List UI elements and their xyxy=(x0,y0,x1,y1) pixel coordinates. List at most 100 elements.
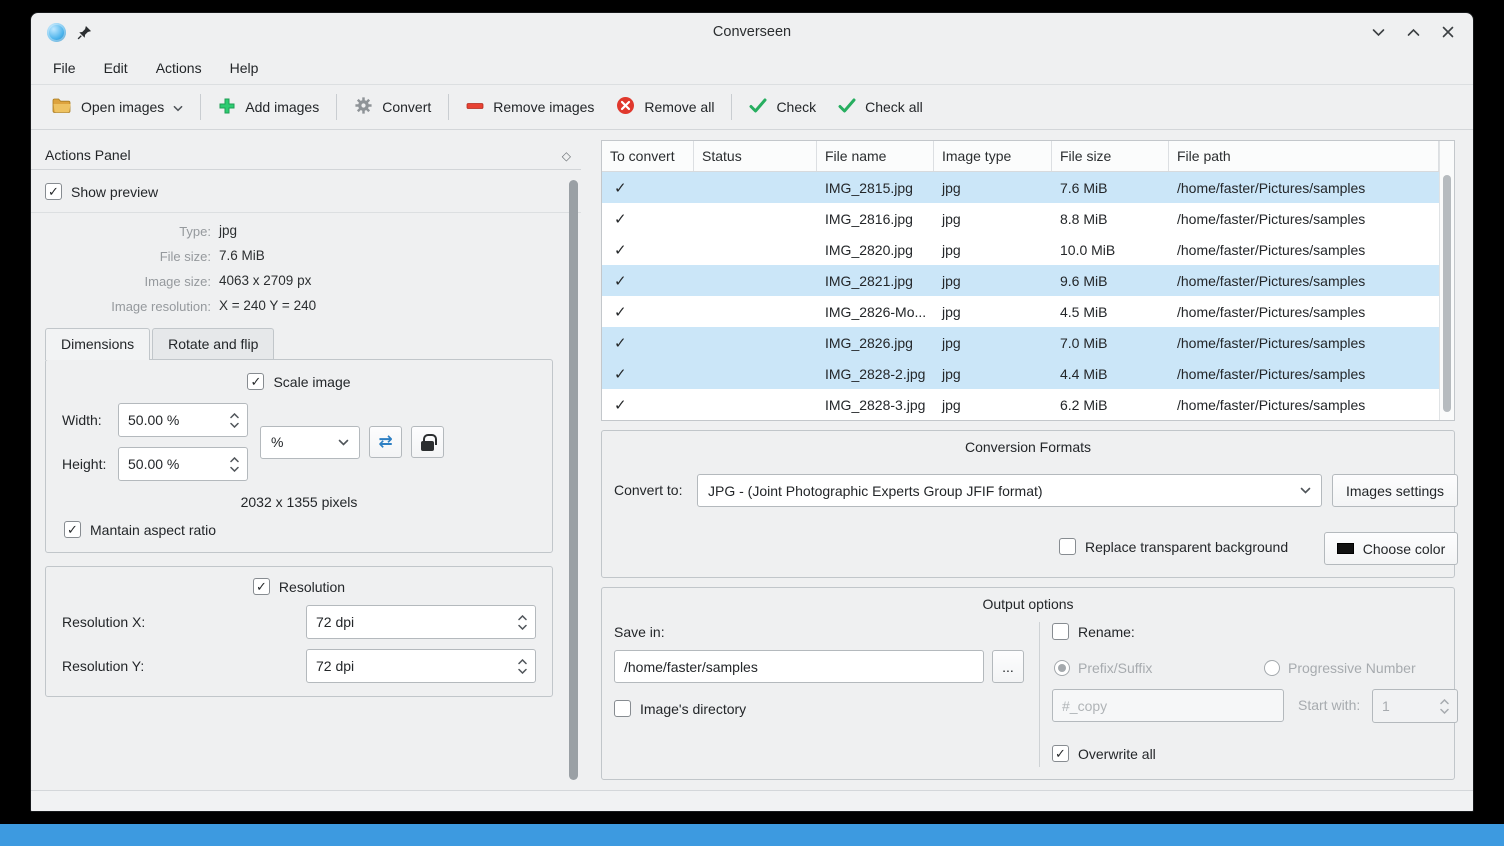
prefix-suffix-label: Prefix/Suffix xyxy=(1078,660,1152,676)
prefix-suffix-radio[interactable]: Prefix/Suffix xyxy=(1054,660,1152,676)
overwrite-all-checkbox[interactable]: Overwrite all xyxy=(1052,745,1156,762)
minimize-button[interactable] xyxy=(1369,23,1387,41)
format-combobox[interactable]: JPG - (Joint Photographic Experts Group … xyxy=(697,474,1322,507)
checkbox-icon[interactable] xyxy=(64,521,81,538)
scrollbar-thumb[interactable] xyxy=(1443,175,1451,412)
spin-arrows[interactable] xyxy=(513,659,535,674)
resolution-checkbox[interactable]: Resolution xyxy=(46,578,552,595)
swap-dimensions-button[interactable] xyxy=(369,426,402,458)
table-row[interactable]: IMG_2821.jpg jpg 9.6 MiB /home/faster/Pi… xyxy=(602,265,1454,296)
checkbox-icon[interactable] xyxy=(1052,623,1069,640)
cell-file-size: 7.0 MiB xyxy=(1052,335,1169,351)
header-image-type[interactable]: Image type xyxy=(934,141,1052,171)
checkbox-icon[interactable] xyxy=(253,578,270,595)
checkbox-icon[interactable] xyxy=(1059,538,1076,555)
table-row[interactable]: IMG_2828-2.jpg jpg 4.4 MiB /home/faster/… xyxy=(602,358,1454,389)
save-path-input[interactable] xyxy=(614,650,984,683)
row-check-icon[interactable] xyxy=(614,242,627,258)
header-file-size[interactable]: File size xyxy=(1052,141,1169,171)
close-button[interactable] xyxy=(1439,23,1457,41)
image-resolution-value: X = 240 Y = 240 xyxy=(219,298,553,314)
remove-all-button[interactable]: Remove all xyxy=(605,89,725,125)
panel-scrollbar[interactable] xyxy=(569,180,578,780)
app-icon xyxy=(47,23,66,42)
spin-arrows[interactable] xyxy=(1435,699,1457,714)
convert-button[interactable]: Convert xyxy=(343,89,442,125)
header-to-convert[interactable]: To convert xyxy=(602,141,694,171)
images-directory-checkbox[interactable]: Image's directory xyxy=(614,700,746,717)
file-table: To convert Status File name Image type F… xyxy=(601,140,1455,421)
radio-icon[interactable] xyxy=(1264,660,1280,676)
choose-color-button[interactable]: Choose color xyxy=(1324,532,1458,565)
browse-button[interactable]: ... xyxy=(992,650,1024,683)
cell-image-type: jpg xyxy=(934,335,1052,351)
checkbox-icon[interactable] xyxy=(1052,745,1069,762)
unit-combobox[interactable]: % xyxy=(260,426,360,459)
row-check-icon[interactable] xyxy=(614,397,627,413)
remove-images-button[interactable]: Remove images xyxy=(455,89,605,125)
toolbar-separator xyxy=(200,94,201,120)
check-icon xyxy=(749,98,767,116)
divider xyxy=(1039,622,1040,767)
lock-aspect-button[interactable] xyxy=(411,426,444,458)
actions-panel: Actions Panel Show preview Type: jpg Fil… xyxy=(31,140,581,790)
height-spinbox[interactable]: 50.00 % xyxy=(118,447,248,481)
menu-file[interactable]: File xyxy=(39,55,90,81)
start-with-spinbox[interactable]: 1 xyxy=(1372,689,1458,723)
images-settings-button[interactable]: Images settings xyxy=(1332,474,1458,507)
table-row[interactable]: IMG_2816.jpg jpg 8.8 MiB /home/faster/Pi… xyxy=(602,203,1454,234)
spin-arrows[interactable] xyxy=(225,457,247,472)
minus-icon xyxy=(466,97,484,118)
row-check-icon[interactable] xyxy=(614,304,627,320)
resolution-y-spinbox[interactable]: 72 dpi xyxy=(306,649,536,683)
replace-background-checkbox[interactable]: Replace transparent background xyxy=(1059,538,1288,555)
width-value: 50.00 % xyxy=(128,412,225,428)
check-all-button[interactable]: Check all xyxy=(827,89,934,125)
maximize-button[interactable] xyxy=(1404,23,1422,41)
progressive-number-radio[interactable]: Progressive Number xyxy=(1264,660,1416,676)
width-spinbox[interactable]: 50.00 % xyxy=(118,403,248,437)
header-status[interactable]: Status xyxy=(694,141,817,171)
show-preview-checkbox[interactable]: Show preview xyxy=(45,183,553,200)
table-row[interactable]: IMG_2826-Mo... jpg 4.5 MiB /home/faster/… xyxy=(602,296,1454,327)
spin-arrows[interactable] xyxy=(225,413,247,428)
row-check-icon[interactable] xyxy=(614,335,627,351)
menu-actions[interactable]: Actions xyxy=(142,55,216,81)
table-row[interactable]: IMG_2815.jpg jpg 7.6 MiB /home/faster/Pi… xyxy=(602,172,1454,203)
cell-file-path: /home/faster/Pictures/samples xyxy=(1169,242,1439,258)
spin-arrows[interactable] xyxy=(513,615,535,630)
checkbox-icon[interactable] xyxy=(247,373,264,390)
resolution-x-spinbox[interactable]: 72 dpi xyxy=(306,605,536,639)
add-images-button[interactable]: Add images xyxy=(207,89,330,125)
spin-down-icon xyxy=(1440,708,1449,714)
menu-help[interactable]: Help xyxy=(216,55,273,81)
cell-file-name: IMG_2826-Mo... xyxy=(817,304,934,320)
titlebar[interactable]: Converseen xyxy=(31,13,1473,51)
maintain-aspect-checkbox[interactable]: Mantain aspect ratio xyxy=(46,521,552,538)
radio-icon[interactable] xyxy=(1054,660,1070,676)
toolbar: Open images Add images Convert Remove im… xyxy=(31,84,1473,130)
float-panel-icon[interactable] xyxy=(562,147,571,163)
header-file-path[interactable]: File path xyxy=(1169,141,1439,171)
image-info: Type: jpg File size: 7.6 MiB Image size:… xyxy=(45,223,553,314)
row-check-icon[interactable] xyxy=(614,180,627,196)
tab-rotate-flip[interactable]: Rotate and flip xyxy=(152,328,274,359)
menu-edit[interactable]: Edit xyxy=(90,55,142,81)
table-scrollbar[interactable] xyxy=(1439,141,1454,420)
row-check-icon[interactable] xyxy=(614,366,627,382)
checkbox-icon[interactable] xyxy=(614,700,631,717)
row-check-icon[interactable] xyxy=(614,211,627,227)
table-row[interactable]: IMG_2820.jpg jpg 10.0 MiB /home/faster/P… xyxy=(602,234,1454,265)
rename-checkbox[interactable]: Rename: xyxy=(1052,623,1135,640)
row-check-icon[interactable] xyxy=(614,273,627,289)
checkbox-icon[interactable] xyxy=(45,183,62,200)
header-file-name[interactable]: File name xyxy=(817,141,934,171)
table-row[interactable]: IMG_2826.jpg jpg 7.0 MiB /home/faster/Pi… xyxy=(602,327,1454,358)
pin-icon[interactable] xyxy=(77,25,92,40)
open-images-button[interactable]: Open images xyxy=(41,89,194,125)
rename-pattern-input[interactable] xyxy=(1052,689,1284,722)
check-button[interactable]: Check xyxy=(738,89,827,125)
table-row[interactable]: IMG_2828-3.jpg jpg 6.2 MiB /home/faster/… xyxy=(602,389,1454,420)
tab-dimensions[interactable]: Dimensions xyxy=(45,328,150,360)
scale-image-checkbox[interactable]: Scale image xyxy=(46,373,552,390)
